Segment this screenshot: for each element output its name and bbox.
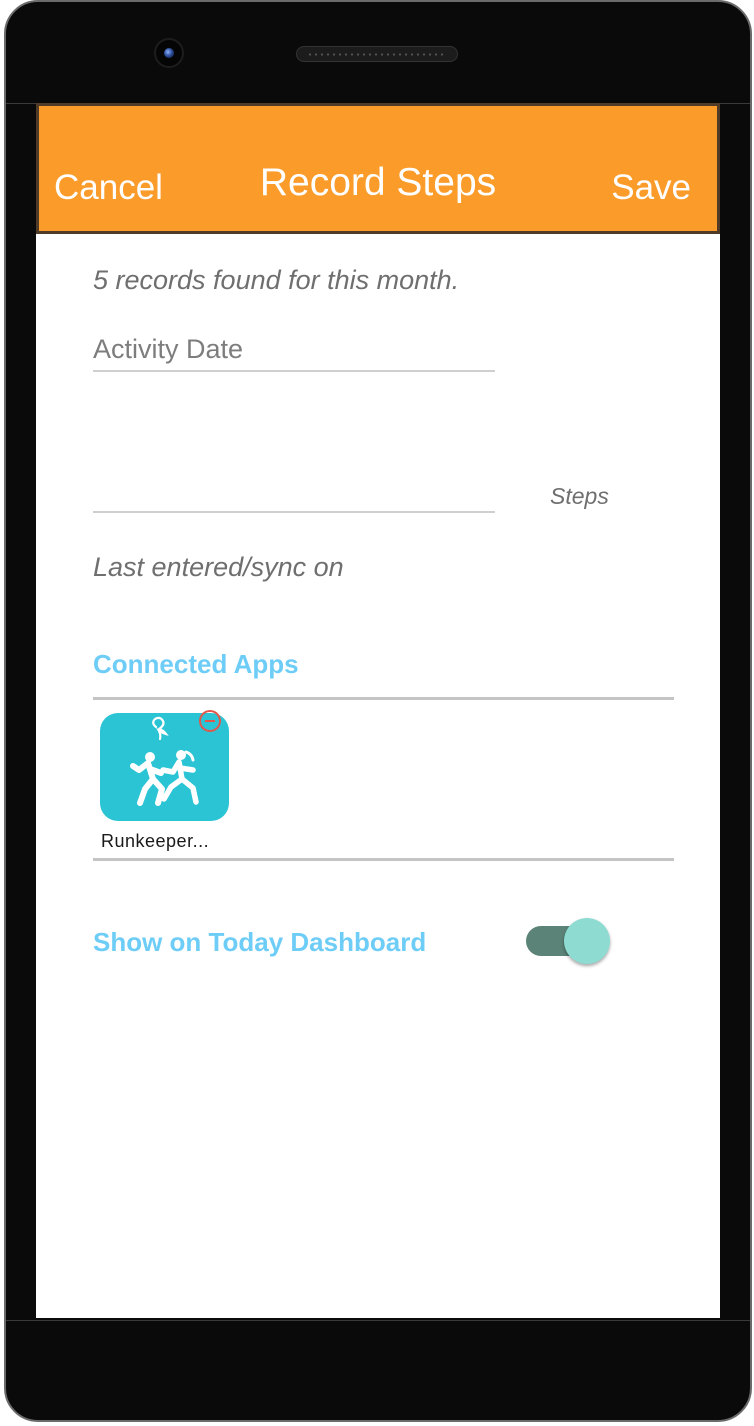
steps-unit-label: Steps (550, 483, 609, 509)
show-on-dashboard-label: Show on Today Dashboard (93, 927, 427, 957)
section-divider (93, 858, 674, 861)
navigation-header: Cancel Record Steps Save (36, 103, 720, 234)
records-found-text: 5 records found for this month. (93, 265, 460, 295)
toggle-knob (564, 918, 610, 964)
connected-apps-title: Connected Apps (93, 649, 299, 679)
phone-bezel-divider-bottom (6, 1320, 750, 1321)
last-entered-sync-text: Last entered/sync on (93, 552, 344, 582)
dashboard-toggle[interactable] (526, 918, 612, 964)
save-button[interactable]: Save (611, 168, 691, 208)
section-divider (93, 697, 674, 700)
steps-input[interactable] (93, 471, 495, 513)
screen: Cancel Record Steps Save 5 records found… (36, 103, 720, 1318)
remove-app-icon[interactable] (199, 710, 221, 732)
app-name: Runkeeper... (101, 831, 210, 851)
activity-date-field[interactable] (93, 328, 495, 372)
front-camera-icon (154, 38, 184, 68)
earpiece-speaker (296, 46, 458, 62)
